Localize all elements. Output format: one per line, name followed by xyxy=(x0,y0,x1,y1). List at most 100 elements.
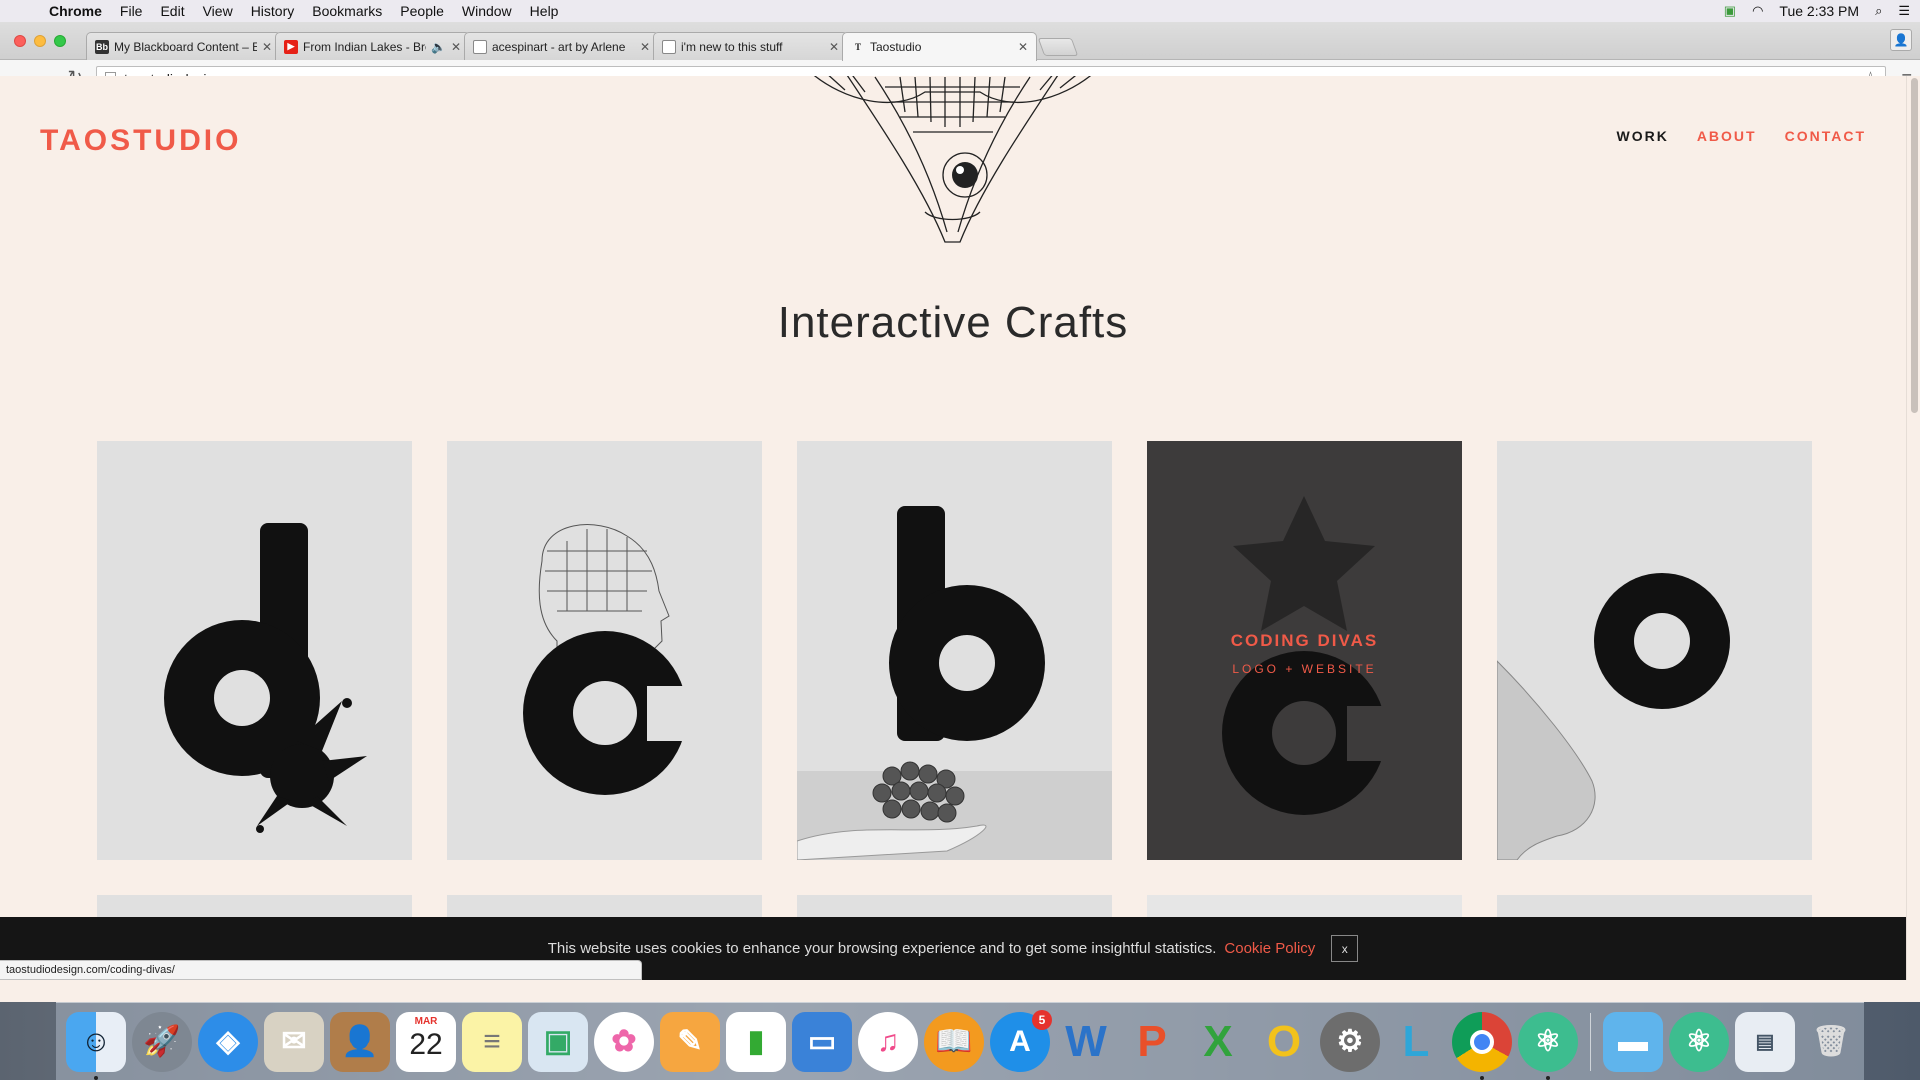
launchpad-icon[interactable]: 🚀 xyxy=(132,1011,192,1072)
close-tab-icon[interactable]: ✕ xyxy=(640,40,650,54)
card-title: CODING DIVAS xyxy=(1230,631,1379,650)
macos-menu-bar: Chrome File Edit View History Bookmarks … xyxy=(0,0,1920,22)
menu-history[interactable]: History xyxy=(242,3,304,19)
tab-strip: Bb My Blackboard Content – E ✕ ▶ From In… xyxy=(0,22,1920,61)
section-title: Interactive Crafts xyxy=(777,298,1129,347)
page-favicon-icon xyxy=(473,39,487,54)
itunes-icon[interactable]: ♫ xyxy=(858,1011,918,1072)
contacts-icon[interactable]: 👤 xyxy=(330,1011,390,1072)
tab-title: My Blackboard Content – E xyxy=(114,39,257,54)
calendar-day: 22 xyxy=(409,1027,443,1061)
project-card-coding-divas[interactable]: CODING DIVAS LOGO + WEBSITE xyxy=(1147,441,1462,860)
calendar-month: MAR xyxy=(414,1015,438,1027)
main-nav: WORK ABOUT CONTACT xyxy=(1616,128,1866,144)
menu-window[interactable]: Window xyxy=(453,3,521,19)
site-logo[interactable]: TAOSTUDIO xyxy=(40,124,241,158)
keynote-icon[interactable]: ▭ xyxy=(792,1011,852,1072)
minimize-window-button[interactable] xyxy=(34,35,46,47)
applications-folder-icon[interactable]: ▬ xyxy=(1603,1011,1663,1072)
taostudio-favicon-icon: T xyxy=(854,42,861,52)
notes-icon[interactable]: ≡ xyxy=(462,1011,522,1072)
cookie-policy-link[interactable]: Cookie Policy xyxy=(1224,940,1315,957)
tab-new-to-this[interactable]: i'm new to this stuff ✕ xyxy=(653,32,848,60)
page-favicon-icon xyxy=(662,39,676,54)
fullscreen-window-button[interactable] xyxy=(54,35,66,47)
dock-separator xyxy=(1590,1012,1591,1071)
atom-download-icon[interactable]: ⚛ xyxy=(1669,1011,1729,1072)
mail-icon[interactable]: ✉ xyxy=(264,1011,324,1072)
app-store-icon[interactable]: A5 xyxy=(990,1009,1052,1072)
menu-people[interactable]: People xyxy=(391,3,453,19)
tab-youtube[interactable]: ▶ From Indian Lakes - Bre 🔈 ✕ xyxy=(275,32,470,60)
letter-b-grapes-illustration xyxy=(797,506,1112,860)
trash-icon[interactable]: 🗑 xyxy=(1801,1012,1861,1072)
audio-playing-icon[interactable]: 🔈 xyxy=(431,40,446,54)
powerpoint-icon[interactable]: P xyxy=(1122,1012,1182,1072)
close-tab-icon[interactable]: ✕ xyxy=(262,40,272,54)
youtube-favicon-icon: ▶ xyxy=(284,39,298,54)
nav-work[interactable]: WORK xyxy=(1616,128,1668,144)
menu-edit[interactable]: Edit xyxy=(151,3,193,19)
letter-c-phrenology-head-illustration xyxy=(523,524,707,795)
menu-app-chrome[interactable]: Chrome xyxy=(40,3,111,19)
pages-icon[interactable]: ✎ xyxy=(660,1011,720,1072)
outlook-icon[interactable]: O xyxy=(1254,1012,1314,1072)
blackboard-favicon-icon: Bb xyxy=(95,39,109,54)
photos-icon[interactable]: ✿ xyxy=(594,1011,654,1072)
clock[interactable]: Tue 2:33 PM xyxy=(1779,3,1859,19)
nav-contact[interactable]: CONTACT xyxy=(1785,128,1866,144)
fish-illustration xyxy=(814,76,1091,243)
menu-file[interactable]: File xyxy=(111,3,152,19)
screenshot-stack-icon[interactable]: ▤ xyxy=(1735,1011,1795,1072)
cookie-message: This website uses cookies to enhance you… xyxy=(547,940,1217,957)
spotlight-search-icon[interactable]: ⌕ xyxy=(1875,3,1882,19)
tab-title: From Indian Lakes - Bre xyxy=(303,39,426,54)
tab-title: i'm new to this stuff xyxy=(681,39,783,54)
system-preferences-icon[interactable]: ⚙ xyxy=(1320,1011,1380,1072)
cookie-close-button[interactable]: x xyxy=(1331,935,1359,962)
notification-center-icon[interactable]: ☰ xyxy=(1898,3,1910,19)
dock: ☺ 🚀 ◈ ✉ 👤 MAR 22 ≡ ▣ ✿ ✎ ▮ ▭ ♫ 📖 A5 W P … xyxy=(56,1002,1864,1080)
numbers-icon[interactable]: ▮ xyxy=(726,1011,786,1072)
word-icon[interactable]: W xyxy=(1056,1012,1116,1072)
menu-help[interactable]: Help xyxy=(521,3,568,19)
close-tab-icon[interactable]: ✕ xyxy=(451,40,461,54)
close-tab-icon[interactable]: ✕ xyxy=(829,40,839,54)
page-viewport: TAOSTUDIO WORK ABOUT CONTACT Interactive… xyxy=(0,76,1906,980)
chrome-icon[interactable] xyxy=(1452,1011,1512,1080)
wifi-icon[interactable]: ◠ xyxy=(1752,3,1763,19)
calendar-icon[interactable]: MAR 22 xyxy=(396,1011,456,1072)
project-card-c-phrenology[interactable] xyxy=(447,441,762,860)
finder-icon[interactable]: ☺ xyxy=(66,1011,126,1080)
letter-o-nose-illustration xyxy=(1497,573,1730,860)
tab-blackboard[interactable]: Bb My Blackboard Content – E ✕ xyxy=(86,32,281,60)
tab-title: Taostudio xyxy=(870,40,922,54)
link-status-bubble: taostudiodesign.com/coding-divas/ xyxy=(0,960,642,980)
lync-icon[interactable]: L xyxy=(1386,1012,1446,1072)
app-store-badge: 5 xyxy=(1032,1009,1052,1030)
page-scrollbar[interactable] xyxy=(1906,76,1920,980)
status-area: ▣ ◠ Tue 2:33 PM ⌕ ☰ xyxy=(1724,0,1910,22)
ibooks-icon[interactable]: 📖 xyxy=(924,1011,984,1072)
tab-taostudio[interactable]: T Taostudio ✕ xyxy=(842,32,1037,61)
profile-icon[interactable]: 👤 xyxy=(1890,29,1912,51)
window-controls xyxy=(14,35,66,47)
excel-icon[interactable]: X xyxy=(1188,1012,1248,1072)
tab-title: acespinart - art by Arlene xyxy=(492,39,626,54)
project-card-b[interactable] xyxy=(797,441,1112,860)
scrollbar-thumb[interactable] xyxy=(1911,78,1918,413)
tab-acespinart[interactable]: acespinart - art by Arlene ✕ xyxy=(464,32,659,60)
evernote-icon[interactable]: ▣ xyxy=(1724,3,1736,19)
project-card-d[interactable] xyxy=(97,441,412,860)
preview-icon[interactable]: ▣ xyxy=(528,1011,588,1072)
tabs: Bb My Blackboard Content – E ✕ ▶ From In… xyxy=(86,32,1079,61)
close-tab-icon[interactable]: ✕ xyxy=(1018,40,1028,54)
safari-icon[interactable]: ◈ xyxy=(198,1011,258,1072)
menu-bookmarks[interactable]: Bookmarks xyxy=(303,3,391,19)
menu-view[interactable]: View xyxy=(194,3,242,19)
atom-icon[interactable]: ⚛ xyxy=(1518,1011,1578,1080)
nav-about[interactable]: ABOUT xyxy=(1697,128,1757,144)
new-tab-button[interactable] xyxy=(1037,38,1079,56)
project-card-o[interactable] xyxy=(1497,441,1812,860)
close-window-button[interactable] xyxy=(14,35,26,47)
